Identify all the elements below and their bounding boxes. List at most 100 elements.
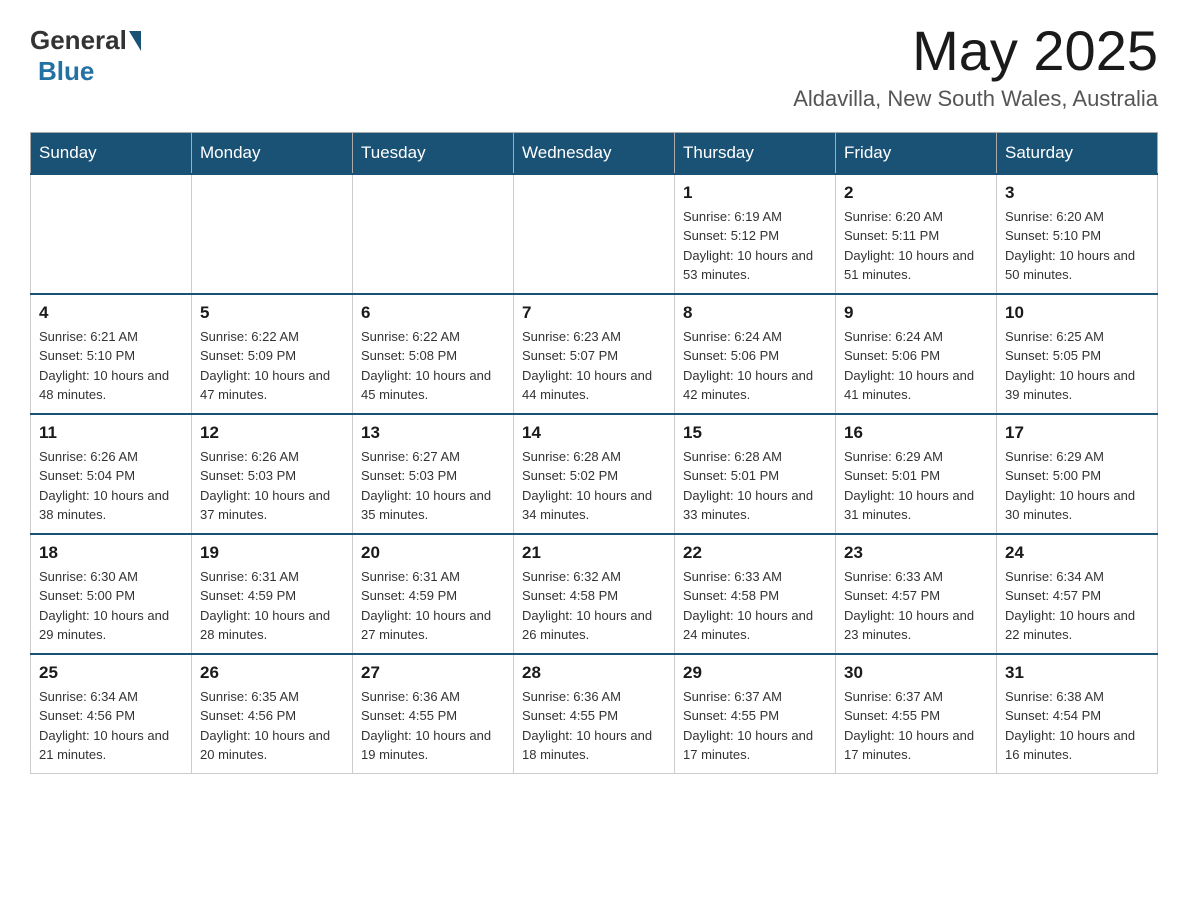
day-info: Sunrise: 6:36 AMSunset: 4:55 PMDaylight:… [361, 687, 505, 765]
table-row: 3 Sunrise: 6:20 AMSunset: 5:10 PMDaylight… [997, 174, 1158, 294]
calendar-header-row: Sunday Monday Tuesday Wednesday Thursday… [31, 132, 1158, 174]
day-info: Sunrise: 6:28 AMSunset: 5:02 PMDaylight:… [522, 447, 666, 525]
day-number: 9 [844, 303, 988, 323]
day-info: Sunrise: 6:26 AMSunset: 5:03 PMDaylight:… [200, 447, 344, 525]
table-row: 6 Sunrise: 6:22 AMSunset: 5:08 PMDaylight… [353, 294, 514, 414]
table-row [192, 174, 353, 294]
day-info: Sunrise: 6:24 AMSunset: 5:06 PMDaylight:… [683, 327, 827, 405]
day-info: Sunrise: 6:26 AMSunset: 5:04 PMDaylight:… [39, 447, 183, 525]
day-number: 17 [1005, 423, 1149, 443]
day-number: 6 [361, 303, 505, 323]
table-row: 30 Sunrise: 6:37 AMSunset: 4:55 PMDayligh… [836, 654, 997, 774]
table-row: 22 Sunrise: 6:33 AMSunset: 4:58 PMDayligh… [675, 534, 836, 654]
day-info: Sunrise: 6:37 AMSunset: 4:55 PMDaylight:… [844, 687, 988, 765]
day-number: 18 [39, 543, 183, 563]
day-number: 22 [683, 543, 827, 563]
logo: General Blue [30, 20, 143, 87]
table-row: 26 Sunrise: 6:35 AMSunset: 4:56 PMDayligh… [192, 654, 353, 774]
day-info: Sunrise: 6:23 AMSunset: 5:07 PMDaylight:… [522, 327, 666, 405]
col-tuesday: Tuesday [353, 132, 514, 174]
col-saturday: Saturday [997, 132, 1158, 174]
table-row: 28Sunrise: 6:36 AMSunset: 4:55 PMDayligh… [514, 654, 675, 774]
calendar-week-row: 18 Sunrise: 6:30 AMSunset: 5:00 PMDayligh… [31, 534, 1158, 654]
day-info: Sunrise: 6:30 AMSunset: 5:00 PMDaylight:… [39, 567, 183, 645]
day-info: Sunrise: 6:20 AMSunset: 5:10 PMDaylight:… [1005, 207, 1149, 285]
table-row: 16 Sunrise: 6:29 AMSunset: 5:01 PMDayligh… [836, 414, 997, 534]
logo-general-text: General [30, 25, 127, 56]
month-title: May 2025 [793, 20, 1158, 82]
day-number: 3 [1005, 183, 1149, 203]
day-number: 7 [522, 303, 666, 323]
table-row: 23Sunrise: 6:33 AMSunset: 4:57 PMDayligh… [836, 534, 997, 654]
day-number: 31 [1005, 663, 1149, 683]
day-number: 27 [361, 663, 505, 683]
calendar-week-row: 1 Sunrise: 6:19 AMSunset: 5:12 PMDaylight… [31, 174, 1158, 294]
day-info: Sunrise: 6:28 AMSunset: 5:01 PMDaylight:… [683, 447, 827, 525]
day-number: 10 [1005, 303, 1149, 323]
day-number: 5 [200, 303, 344, 323]
table-row: 12 Sunrise: 6:26 AMSunset: 5:03 PMDayligh… [192, 414, 353, 534]
logo-blue-text: Blue [38, 56, 94, 86]
table-row [514, 174, 675, 294]
day-number: 26 [200, 663, 344, 683]
table-row: 18 Sunrise: 6:30 AMSunset: 5:00 PMDayligh… [31, 534, 192, 654]
day-info: Sunrise: 6:22 AMSunset: 5:09 PMDaylight:… [200, 327, 344, 405]
day-number: 24 [1005, 543, 1149, 563]
table-row: 21Sunrise: 6:32 AMSunset: 4:58 PMDayligh… [514, 534, 675, 654]
col-friday: Friday [836, 132, 997, 174]
table-row: 2 Sunrise: 6:20 AMSunset: 5:11 PMDaylight… [836, 174, 997, 294]
day-info: Sunrise: 6:22 AMSunset: 5:08 PMDaylight:… [361, 327, 505, 405]
day-info: Sunrise: 6:19 AMSunset: 5:12 PMDaylight:… [683, 207, 827, 285]
day-number: 16 [844, 423, 988, 443]
day-number: 14 [522, 423, 666, 443]
table-row: 19Sunrise: 6:31 AMSunset: 4:59 PMDayligh… [192, 534, 353, 654]
col-monday: Monday [192, 132, 353, 174]
day-info: Sunrise: 6:24 AMSunset: 5:06 PMDaylight:… [844, 327, 988, 405]
calendar-week-row: 25 Sunrise: 6:34 AMSunset: 4:56 PMDayligh… [31, 654, 1158, 774]
table-row: 4Sunrise: 6:21 AMSunset: 5:10 PMDaylight… [31, 294, 192, 414]
day-info: Sunrise: 6:31 AMSunset: 4:59 PMDaylight:… [200, 567, 344, 645]
day-number: 1 [683, 183, 827, 203]
col-sunday: Sunday [31, 132, 192, 174]
table-row: 20Sunrise: 6:31 AMSunset: 4:59 PMDayligh… [353, 534, 514, 654]
day-info: Sunrise: 6:35 AMSunset: 4:56 PMDaylight:… [200, 687, 344, 765]
day-number: 30 [844, 663, 988, 683]
day-number: 29 [683, 663, 827, 683]
table-row: 29 Sunrise: 6:37 AMSunset: 4:55 PMDayligh… [675, 654, 836, 774]
calendar-table: Sunday Monday Tuesday Wednesday Thursday… [30, 132, 1158, 774]
day-number: 12 [200, 423, 344, 443]
table-row: 9 Sunrise: 6:24 AMSunset: 5:06 PMDaylight… [836, 294, 997, 414]
day-number: 11 [39, 423, 183, 443]
table-row: 7 Sunrise: 6:23 AMSunset: 5:07 PMDaylight… [514, 294, 675, 414]
table-row [31, 174, 192, 294]
day-number: 2 [844, 183, 988, 203]
day-number: 28 [522, 663, 666, 683]
day-info: Sunrise: 6:37 AMSunset: 4:55 PMDaylight:… [683, 687, 827, 765]
calendar-week-row: 4Sunrise: 6:21 AMSunset: 5:10 PMDaylight… [31, 294, 1158, 414]
day-info: Sunrise: 6:33 AMSunset: 4:58 PMDaylight:… [683, 567, 827, 645]
table-row [353, 174, 514, 294]
day-info: Sunrise: 6:20 AMSunset: 5:11 PMDaylight:… [844, 207, 988, 285]
page-header: General Blue May 2025 Aldavilla, New Sou… [30, 20, 1158, 112]
day-info: Sunrise: 6:29 AMSunset: 5:00 PMDaylight:… [1005, 447, 1149, 525]
day-info: Sunrise: 6:29 AMSunset: 5:01 PMDaylight:… [844, 447, 988, 525]
day-number: 15 [683, 423, 827, 443]
table-row: 11 Sunrise: 6:26 AMSunset: 5:04 PMDayligh… [31, 414, 192, 534]
day-number: 25 [39, 663, 183, 683]
table-row: 25 Sunrise: 6:34 AMSunset: 4:56 PMDayligh… [31, 654, 192, 774]
day-info: Sunrise: 6:34 AMSunset: 4:57 PMDaylight:… [1005, 567, 1149, 645]
location-subtitle: Aldavilla, New South Wales, Australia [793, 86, 1158, 112]
day-info: Sunrise: 6:38 AMSunset: 4:54 PMDaylight:… [1005, 687, 1149, 765]
day-info: Sunrise: 6:27 AMSunset: 5:03 PMDaylight:… [361, 447, 505, 525]
day-number: 20 [361, 543, 505, 563]
table-row: 27 Sunrise: 6:36 AMSunset: 4:55 PMDayligh… [353, 654, 514, 774]
day-info: Sunrise: 6:33 AMSunset: 4:57 PMDaylight:… [844, 567, 988, 645]
table-row: 1 Sunrise: 6:19 AMSunset: 5:12 PMDaylight… [675, 174, 836, 294]
day-number: 4 [39, 303, 183, 323]
table-row: 15 Sunrise: 6:28 AMSunset: 5:01 PMDayligh… [675, 414, 836, 534]
day-info: Sunrise: 6:34 AMSunset: 4:56 PMDaylight:… [39, 687, 183, 765]
table-row: 5 Sunrise: 6:22 AMSunset: 5:09 PMDaylight… [192, 294, 353, 414]
title-section: May 2025 Aldavilla, New South Wales, Aus… [793, 20, 1158, 112]
day-number: 21 [522, 543, 666, 563]
table-row: 14 Sunrise: 6:28 AMSunset: 5:02 PMDayligh… [514, 414, 675, 534]
